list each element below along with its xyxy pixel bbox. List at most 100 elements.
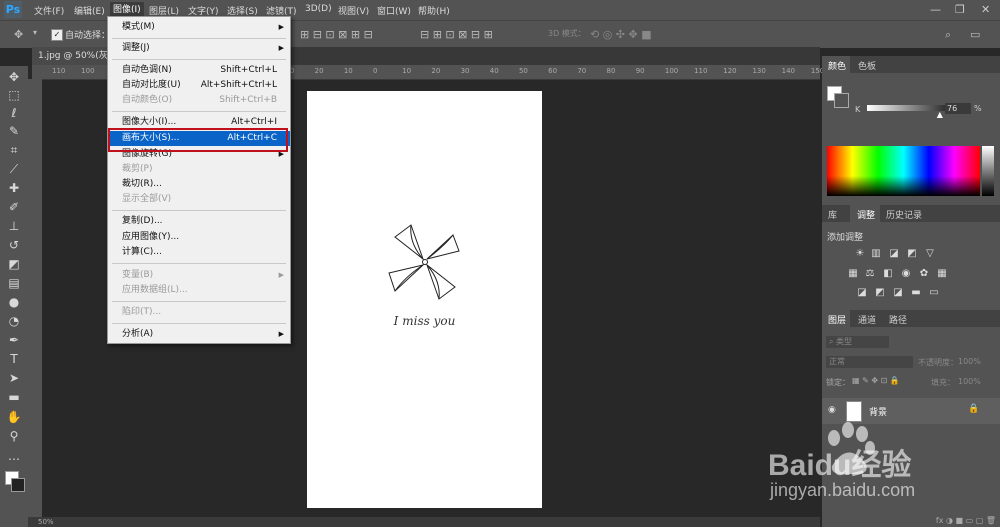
menu-item-trap[interactable]: 陷印(T)...	[108, 305, 290, 320]
black-white-icon[interactable]: ◧	[882, 269, 894, 279]
tools-panel: ✥ ⬚ ℓ ✎ ⌗ ⟋ ✚ ✐ ⊥ ↺ ◩ ▤ ● ◔ ✒ T ➤ ▬ ✋ ⚲ …	[0, 66, 28, 527]
ruler-tick-label: 130	[752, 67, 766, 75]
layer-filter-select[interactable]: ⌕ 类型	[826, 336, 889, 348]
eyedropper-tool-icon[interactable]: ⟋	[6, 162, 22, 176]
move-tool-icon[interactable]: ✥	[14, 28, 23, 41]
pen-tool-icon[interactable]: ✒	[6, 333, 22, 347]
channel-mixer-icon[interactable]: ✿	[918, 269, 930, 279]
vertical-ruler	[28, 79, 42, 519]
shape-tool-icon[interactable]: ▬	[6, 390, 22, 404]
ruler-tick-label: 10	[402, 67, 412, 75]
stamp-tool-icon[interactable]: ⊥	[6, 219, 22, 233]
selective-color-icon[interactable]: ▬	[910, 288, 922, 298]
dodge-tool-icon[interactable]: ◔	[6, 314, 22, 328]
menu-item-auto-tone[interactable]: 自动色调(N) Shift+Ctrl+L	[108, 63, 290, 78]
threshold-icon[interactable]: ◪	[892, 288, 904, 298]
blend-mode-select[interactable]: 正常	[826, 356, 913, 368]
gradient-map-icon[interactable]: ▭	[928, 288, 940, 298]
watermark-url: jingyan.baidu.com	[770, 480, 916, 500]
menu-help[interactable]: 帮助(H)	[418, 4, 450, 17]
history-brush-tool-icon[interactable]: ↺	[6, 238, 22, 252]
color-spectrum[interactable]	[827, 146, 980, 196]
k-slider-thumb-icon[interactable]: ▲	[937, 110, 943, 119]
menu-item-auto-color[interactable]: 自动颜色(O) Shift+Ctrl+B	[108, 93, 290, 108]
zoom-level[interactable]: 50%	[38, 518, 54, 526]
chevron-down-icon[interactable]: ▾	[33, 28, 37, 37]
menu-3d[interactable]: 3D(D)	[305, 4, 332, 14]
gradient-tool-icon[interactable]: ▤	[6, 276, 22, 290]
menu-window[interactable]: 窗口(W)	[377, 4, 411, 17]
background-color-swatch[interactable]	[11, 478, 25, 492]
menu-item-crop[interactable]: 裁剪(P)	[108, 162, 290, 177]
hand-tool-icon[interactable]: ✋	[6, 410, 22, 424]
menu-item-reveal-all[interactable]: 显示全部(V)	[108, 192, 290, 207]
minimize-icon[interactable]: —	[930, 3, 941, 16]
menu-item-apply-image[interactable]: 应用图像(Y)...	[108, 230, 290, 245]
zoom-tool-icon[interactable]: ⚲	[6, 429, 22, 443]
search-icon[interactable]: ⌕	[945, 28, 951, 42]
3d-tool-icons[interactable]: ⟲ ◎ ✣ ✥ ■	[590, 28, 652, 41]
tab-layers[interactable]: 图层	[828, 313, 846, 326]
tab-color[interactable]: 颜色	[828, 59, 846, 72]
color-lookup-icon[interactable]: ▦	[936, 269, 948, 279]
color-balance-icon[interactable]: ⚖	[864, 269, 876, 279]
document-canvas[interactable]: I miss you	[307, 91, 542, 508]
healing-tool-icon[interactable]: ✚	[6, 181, 22, 195]
menu-item-variables[interactable]: 变量(B) ▶	[108, 268, 290, 283]
layer-actions-icons[interactable]: fx ◑ ■ ▭ ▢ 🗑	[822, 516, 1000, 527]
blur-tool-icon[interactable]: ●	[6, 295, 22, 309]
ruler-tick-label: 140	[781, 67, 795, 75]
auto-select-checkbox[interactable]: ✓	[51, 29, 63, 41]
opacity-value[interactable]: 100%	[958, 357, 981, 366]
marquee-tool-icon[interactable]: ⬚	[6, 88, 22, 102]
restore-icon[interactable]: ❐	[955, 3, 965, 16]
workspace-icon[interactable]: ▭	[970, 28, 980, 41]
close-icon[interactable]: ✕	[981, 3, 990, 16]
fill-value[interactable]: 100%	[958, 377, 981, 386]
quick-select-tool-icon[interactable]: ✎	[6, 124, 22, 138]
lasso-tool-icon[interactable]: ℓ	[6, 106, 22, 120]
menu-item-adjustments[interactable]: 调整(J) ▶	[108, 41, 290, 56]
invert-icon[interactable]: ◪	[856, 288, 868, 298]
vibrance-icon[interactable]: ▽	[924, 249, 936, 259]
brush-tool-icon[interactable]: ✐	[6, 200, 22, 214]
eraser-tool-icon[interactable]: ◩	[6, 257, 22, 271]
grayscale-ramp[interactable]	[982, 146, 994, 196]
menu-item-apply-data-set[interactable]: 应用数据组(L)...	[108, 283, 290, 298]
menu-view[interactable]: 视图(V)	[338, 4, 369, 17]
tab-libraries[interactable]: 库	[828, 208, 837, 221]
tab-adjustments[interactable]: 调整	[857, 208, 875, 221]
background-color-swatch[interactable]	[834, 93, 849, 108]
ruler-tick-label: 40	[489, 67, 499, 75]
menu-item-calculations[interactable]: 计算(C)...	[108, 245, 290, 260]
crop-tool-icon[interactable]: ⌗	[6, 143, 22, 157]
lock-icons[interactable]: ▦ ✎ ✥ ⊡ 🔒	[852, 376, 900, 385]
menu-edit[interactable]: 编辑(E)	[74, 4, 105, 17]
exposure-icon[interactable]: ◩	[906, 249, 918, 259]
distribute-icons[interactable]: ⊟ ⊞ ⊡ ⊠ ⊟ ⊞	[420, 28, 493, 41]
move-tool-icon[interactable]: ✥	[6, 70, 22, 84]
menu-item-auto-contrast[interactable]: 自动对比度(U) Alt+Shift+Ctrl+L	[108, 78, 290, 93]
brightness-icon[interactable]: ☀	[854, 249, 866, 259]
tab-history[interactable]: 历史记录	[886, 208, 922, 221]
tab-swatches[interactable]: 色板	[858, 59, 876, 72]
menu-item-trim[interactable]: 裁切(R)...	[108, 177, 290, 192]
more-tools-icon[interactable]: …	[6, 449, 22, 463]
k-value-input[interactable]: 76	[945, 103, 971, 114]
type-tool-icon[interactable]: T	[6, 352, 22, 366]
curves-icon[interactable]: ◪	[888, 249, 900, 259]
ruler-tick-label: 80	[606, 67, 616, 75]
menu-file[interactable]: 文件(F)	[34, 4, 64, 17]
posterize-icon[interactable]: ◩	[874, 288, 886, 298]
photo-filter-icon[interactable]: ◉	[900, 269, 912, 279]
menu-item-duplicate[interactable]: 复制(D)...	[108, 214, 290, 229]
path-select-tool-icon[interactable]: ➤	[6, 371, 22, 385]
levels-icon[interactable]: ▥	[870, 249, 882, 259]
menu-item-mode[interactable]: 模式(M) ▶	[108, 20, 290, 35]
hue-saturation-icon[interactable]: ▦	[847, 269, 859, 279]
submenu-arrow-icon: ▶	[278, 271, 284, 279]
tab-paths[interactable]: 路径	[889, 313, 907, 326]
tab-channels[interactable]: 通道	[858, 313, 876, 326]
menu-item-analysis[interactable]: 分析(A) ▶	[108, 327, 290, 342]
align-icons[interactable]: ⊞ ⊟ ⊡ ⊠ ⊞ ⊟	[300, 28, 373, 41]
